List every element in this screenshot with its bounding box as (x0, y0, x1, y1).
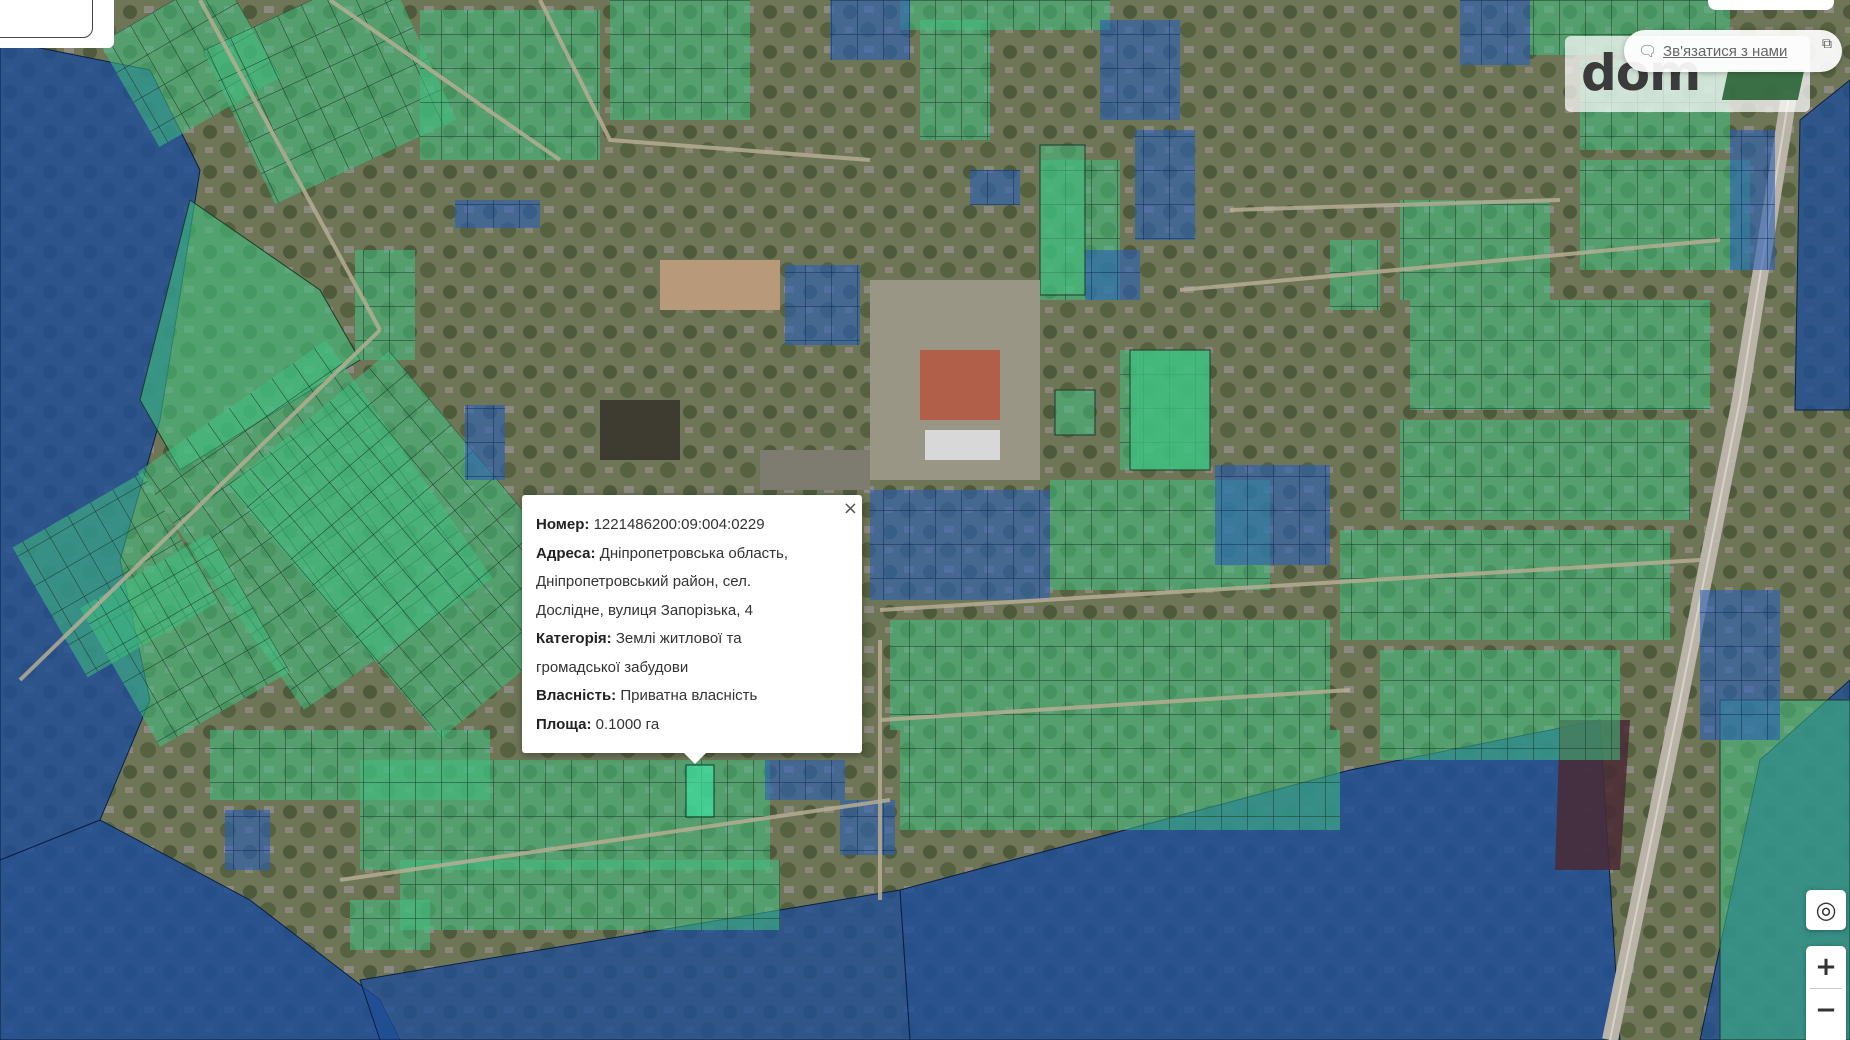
logo-ria-mark (1721, 70, 1805, 100)
parcel-number-value: 1221486200:09:004:0229 (593, 516, 765, 533)
parcel-address-line-3: Дослідне, вулиця Запорізька, 4 (536, 601, 753, 619)
parcel-ownership-label: Власність: (536, 687, 617, 704)
selected-parcel (685, 764, 715, 818)
parcel-category-row: Категорія: Землі житлової та (536, 625, 846, 654)
top-right-tab (1708, 0, 1834, 10)
zoom-controls: + − (1806, 946, 1846, 1040)
external-link-icon: ⧉ (1822, 36, 1832, 52)
satellite-map[interactable] (0, 0, 1850, 1040)
close-icon[interactable]: × (843, 495, 858, 524)
contact-us-label: Зв'язатися з нами (1663, 42, 1788, 60)
green-plot (1129, 349, 1211, 471)
parcel-category-line-1: Землі житлової та (615, 630, 742, 647)
parcel-address-row: Адреса: Дніпропетровська область, (536, 540, 846, 569)
parcel-area-row: Площа: 0.1000 га (536, 711, 846, 740)
farmland-east (1794, 79, 1850, 411)
parcel-number-row: Номер: 1221486200:09:004:0229 (536, 511, 846, 540)
parcel-area-label: Площа: (536, 715, 592, 733)
top-left-panel (0, 0, 114, 48)
parcel-number-label: Номер: (536, 516, 590, 533)
zoom-out-button[interactable]: − (1806, 989, 1846, 1031)
parcel-category-label: Категорія: (536, 630, 612, 647)
parcel-ownership-row: Власність: Приватна власність (536, 682, 846, 711)
parcel-address-label: Адреса: (536, 544, 596, 562)
parcel-info-popup: × Номер: 1221486200:09:004:0229 Адреса: … (522, 495, 862, 764)
parcel-area-value: 0.1000 га (595, 715, 660, 733)
chat-icon: 🗨 (1638, 42, 1658, 60)
locate-me-button[interactable]: ◎ (1806, 890, 1846, 930)
popup-tip (684, 753, 706, 764)
parcel-ownership-value: Приватна власність (620, 687, 758, 704)
parcel-address-line-1: Дніпропетровська область, (599, 544, 789, 562)
parcel-category-line-2: громадської забудови (536, 658, 689, 676)
zoom-in-button[interactable]: + (1806, 946, 1846, 988)
locate-icon: ◎ (1815, 896, 1837, 924)
contact-us-button[interactable]: 🗨 Зв'язатися з нами ⧉ (1624, 30, 1842, 72)
parcel-address-line-2: Дніпропетровський район, сел. (536, 573, 751, 590)
